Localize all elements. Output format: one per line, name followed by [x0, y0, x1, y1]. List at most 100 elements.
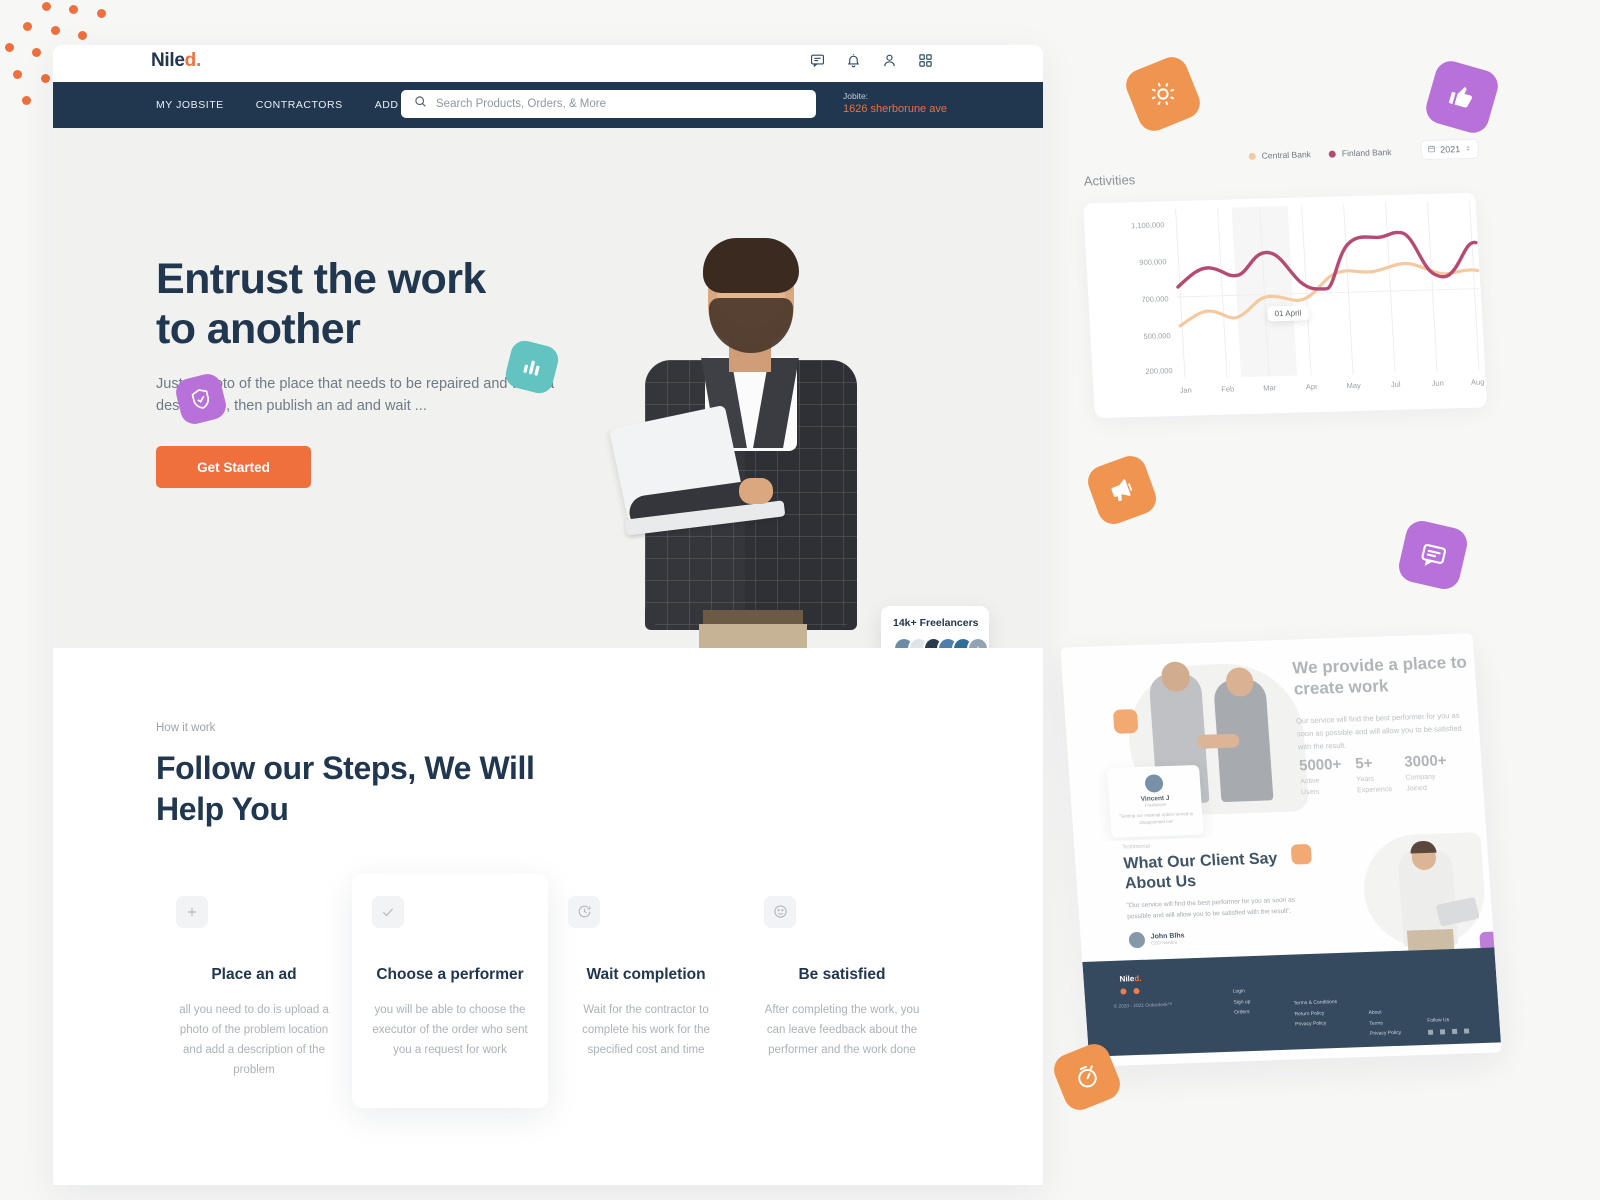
svg-text:Aug: Aug — [1471, 377, 1485, 386]
stat-label-1: Company — [1405, 773, 1436, 782]
footer-column-3: About Terms Privacy Policy — [1368, 1007, 1401, 1040]
footer-link[interactable]: Orders — [1234, 1007, 1252, 1018]
testimonial-title: What Our Client Say About Us — [1123, 850, 1278, 892]
website-preview-window: Niled. MY JOBSITE CONTRACTORS ADD JOB Se… — [53, 45, 1043, 1185]
search-icon — [414, 95, 427, 113]
stat-number: 3000+ — [1403, 752, 1448, 771]
chart-canvas: 1,100,000 900,000 700,000 500,000 200,00… — [1083, 192, 1488, 419]
footer-link[interactable]: Sign up — [1233, 997, 1251, 1008]
brand-name: Nile — [151, 50, 185, 71]
stat-item: 5+ Years Experience — [1355, 754, 1393, 796]
footer-link[interactable]: Privacy Policy — [1295, 1018, 1339, 1030]
footer-brand-accent: d. — [1133, 973, 1142, 984]
mock-testimonial: Testimonial What Our Client Say About Us… — [1073, 827, 1501, 962]
plus-icon — [176, 895, 208, 928]
chart-legend: Central Bank Finland Bank — [1248, 147, 1392, 161]
freelancer-avatars: + — [893, 637, 989, 648]
legend-swatch — [1328, 150, 1337, 158]
step-card-wait-completion[interactable]: Wait completion Wait for the contractor … — [548, 874, 744, 1109]
brand-logo[interactable]: Niled. — [151, 50, 201, 72]
main-navigation: MY JOBSITE CONTRACTORS ADD JOB Jobite: 1… — [53, 82, 1043, 128]
bulb-icon — [1121, 52, 1205, 136]
chart-tooltip: 01 April — [1267, 305, 1309, 322]
mock-footer: Niled. © 2020 - 2021 Orderdesk™ Login Si… — [1082, 947, 1501, 1057]
linkedin-icon[interactable] — [1463, 1028, 1470, 1034]
page-root: Niled. MY JOBSITE CONTRACTORS ADD JOB Se… — [0, 0, 1600, 1200]
user-icon[interactable] — [882, 53, 897, 68]
legend-item-finland-bank[interactable]: Finland Bank — [1328, 147, 1392, 159]
chat-icon[interactable] — [810, 53, 825, 68]
legend-item-central-bank[interactable]: Central Bank — [1248, 149, 1311, 161]
how-it-works-section: How it work Follow our Steps, We Will He… — [53, 648, 1043, 1109]
hero-title-line2: to another — [156, 304, 361, 353]
thumbs-up-icon — [1422, 57, 1502, 137]
mock-hero-subtitle: Our service will find the best performer… — [1295, 710, 1462, 751]
jobite-value[interactable]: 1626 sherborune ave — [843, 102, 947, 118]
grid-icon[interactable] — [918, 53, 933, 68]
search-input[interactable] — [436, 98, 803, 110]
svg-text:Jul: Jul — [1391, 380, 1401, 389]
svg-text:Jan: Jan — [1179, 386, 1192, 395]
footer-link[interactable]: Login — [1232, 986, 1250, 997]
mock-hero: We provide a place to create work Our se… — [1060, 633, 1486, 843]
step-desc: you will be able to choose the executor … — [372, 1003, 528, 1057]
instagram-icon[interactable] — [1451, 1028, 1458, 1035]
get-started-button[interactable]: Get Started — [156, 446, 311, 488]
search-bar[interactable] — [401, 90, 816, 118]
testimonial-quote: "Our service will find the best performe… — [1126, 896, 1296, 921]
avatar-more-button[interactable]: + — [967, 637, 989, 648]
clock-icon — [568, 895, 600, 928]
stat-item: 5000+ Active Users — [1299, 756, 1344, 798]
step-title: Wait completion — [586, 965, 706, 983]
top-bar: Niled. — [53, 45, 1043, 82]
legend-label: Finland Bank — [1341, 147, 1392, 159]
step-card-choose-a-performer[interactable]: Choose a performer you will be able to c… — [352, 873, 548, 1109]
legend-label: Central Bank — [1261, 149, 1312, 161]
footer-link[interactable]: Terms & Conditions — [1293, 997, 1338, 1009]
twitter-icon[interactable] — [1439, 1029, 1446, 1035]
check-icon — [372, 895, 404, 928]
mock-floating-badge — [1112, 709, 1139, 734]
svg-text:700,000: 700,000 — [1141, 294, 1169, 304]
svg-text:1,100,000: 1,100,000 — [1131, 220, 1165, 230]
svg-text:Jun: Jun — [1431, 379, 1444, 388]
mock-quote-card: Vincent J Freelancer "Getting our materi… — [1106, 764, 1204, 838]
nav-links: MY JOBSITE CONTRACTORS ADD JOB — [156, 99, 424, 111]
bell-icon[interactable] — [846, 53, 861, 68]
freelancers-title: 14k+ Freelancers — [893, 617, 979, 629]
testimonial-author-block: John Blhs CEO Niledco — [1128, 930, 1185, 949]
svg-text:Mar: Mar — [1263, 383, 1277, 392]
footer-follow-label: Follow Us — [1427, 1017, 1450, 1024]
footer-logo: Niled. — [1119, 974, 1141, 984]
footer-social-top — [1120, 987, 1140, 995]
activities-dashboard-mock: Activities Central Bank Finland Bank 202… — [1070, 134, 1498, 435]
testimonial-role: CEO Niledco — [1150, 939, 1178, 946]
step-card-place-an-ad[interactable]: Place an ad all you need to do is upload… — [156, 874, 352, 1109]
stat-label: Company Joined — [1405, 772, 1449, 794]
step-title: Choose a performer — [376, 965, 524, 983]
calendar-icon — [1428, 145, 1437, 155]
year-selector[interactable]: 2021 — [1420, 138, 1480, 161]
stat-label-2: Experience — [1356, 785, 1393, 794]
svg-text:200,000: 200,000 — [1145, 366, 1173, 376]
step-title: Be satisfied — [798, 965, 886, 983]
footer-social-icons — [1427, 1028, 1470, 1035]
landing-page-mock: We provide a place to create work Our se… — [1060, 633, 1502, 1067]
step-title: Place an ad — [211, 965, 297, 983]
footer-link[interactable]: Privacy Policy — [1370, 1028, 1402, 1040]
step-desc: all you need to do is upload a photo of … — [179, 1003, 329, 1077]
quote-text: "Getting our material orders turned to d… — [1118, 811, 1194, 826]
nav-item-my-jobsite[interactable]: MY JOBSITE — [156, 99, 224, 111]
stat-number: 5000+ — [1298, 755, 1342, 775]
step-card-be-satisfied[interactable]: Be satisfied After completing the work, … — [744, 874, 940, 1109]
facebook-icon[interactable] — [1427, 1029, 1434, 1035]
jobite-address: Jobite: 1626 sherborune ave — [843, 90, 947, 118]
stat-label-2: Users — [1300, 788, 1320, 796]
mock-stats: 5000+ Active Users 5+ Years Experience 300… — [1299, 751, 1482, 798]
brand-accent: d. — [184, 50, 202, 71]
svg-text:900,000: 900,000 — [1139, 257, 1167, 267]
svg-text:Feb: Feb — [1221, 384, 1234, 393]
nav-item-contractors[interactable]: CONTRACTORS — [256, 99, 343, 111]
jobite-label: Jobite: — [843, 91, 869, 101]
svg-text:500,000: 500,000 — [1143, 331, 1171, 341]
